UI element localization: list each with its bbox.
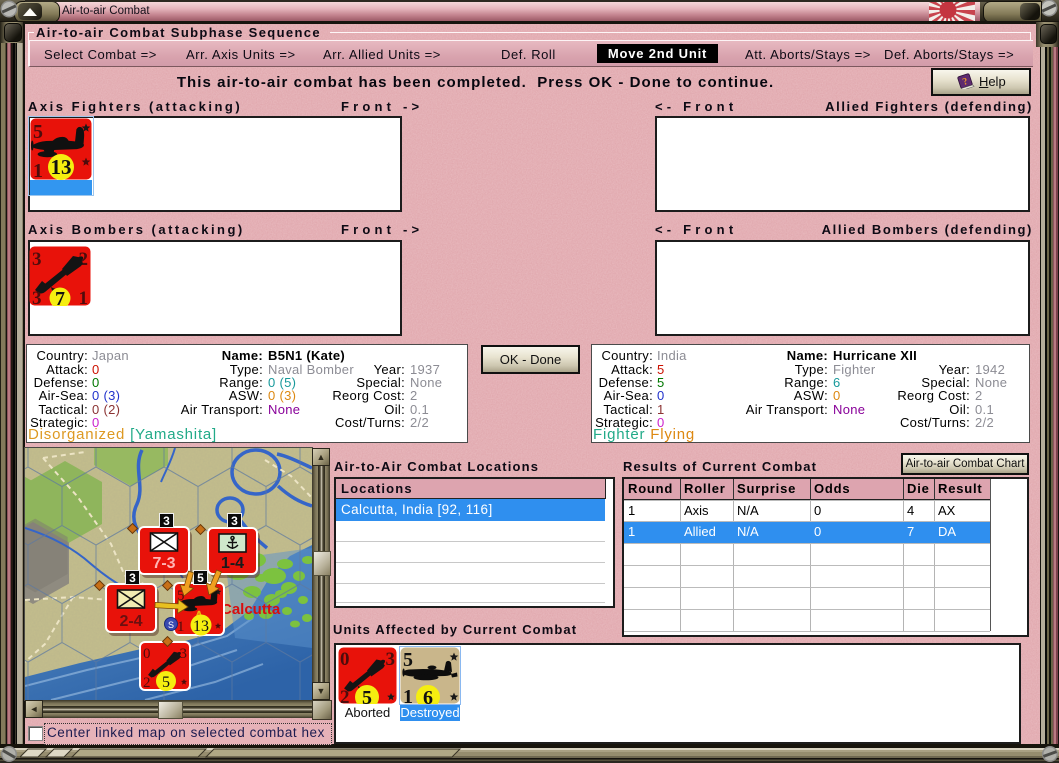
svg-text:1: 1 [79, 288, 89, 306]
svg-text:3: 3 [129, 571, 136, 585]
svg-text:13: 13 [193, 618, 209, 635]
svg-text:3: 3 [231, 514, 238, 528]
svg-text:0: 0 [340, 649, 350, 670]
svg-text:2: 2 [231, 536, 235, 543]
svg-text:1-4: 1-4 [221, 555, 244, 572]
svg-text:1: 1 [403, 686, 413, 704]
svg-text:7-3: 7-3 [152, 555, 175, 572]
svg-text:1: 1 [177, 619, 185, 635]
svg-text:7: 7 [55, 288, 65, 306]
svg-text:2: 2 [143, 675, 151, 691]
svg-text:2: 2 [340, 687, 350, 704]
svg-text:13: 13 [51, 155, 72, 179]
svg-text:5: 5 [197, 571, 204, 585]
svg-text:5: 5 [33, 121, 43, 143]
svg-text:S: S [168, 620, 174, 630]
svg-text:5: 5 [403, 649, 413, 671]
svg-text:3: 3 [163, 514, 170, 528]
svg-text:1: 1 [33, 160, 43, 180]
svg-text:5: 5 [362, 687, 372, 704]
svg-text:3: 3 [32, 288, 42, 306]
svg-text:3: 3 [386, 649, 396, 670]
svg-text:0: 0 [143, 646, 151, 662]
svg-text:2-4: 2-4 [119, 613, 142, 630]
svg-text:Calcutta: Calcutta [221, 601, 281, 618]
svg-text:3: 3 [32, 249, 42, 270]
svg-text:6: 6 [423, 687, 433, 704]
svg-text:5: 5 [162, 674, 170, 691]
